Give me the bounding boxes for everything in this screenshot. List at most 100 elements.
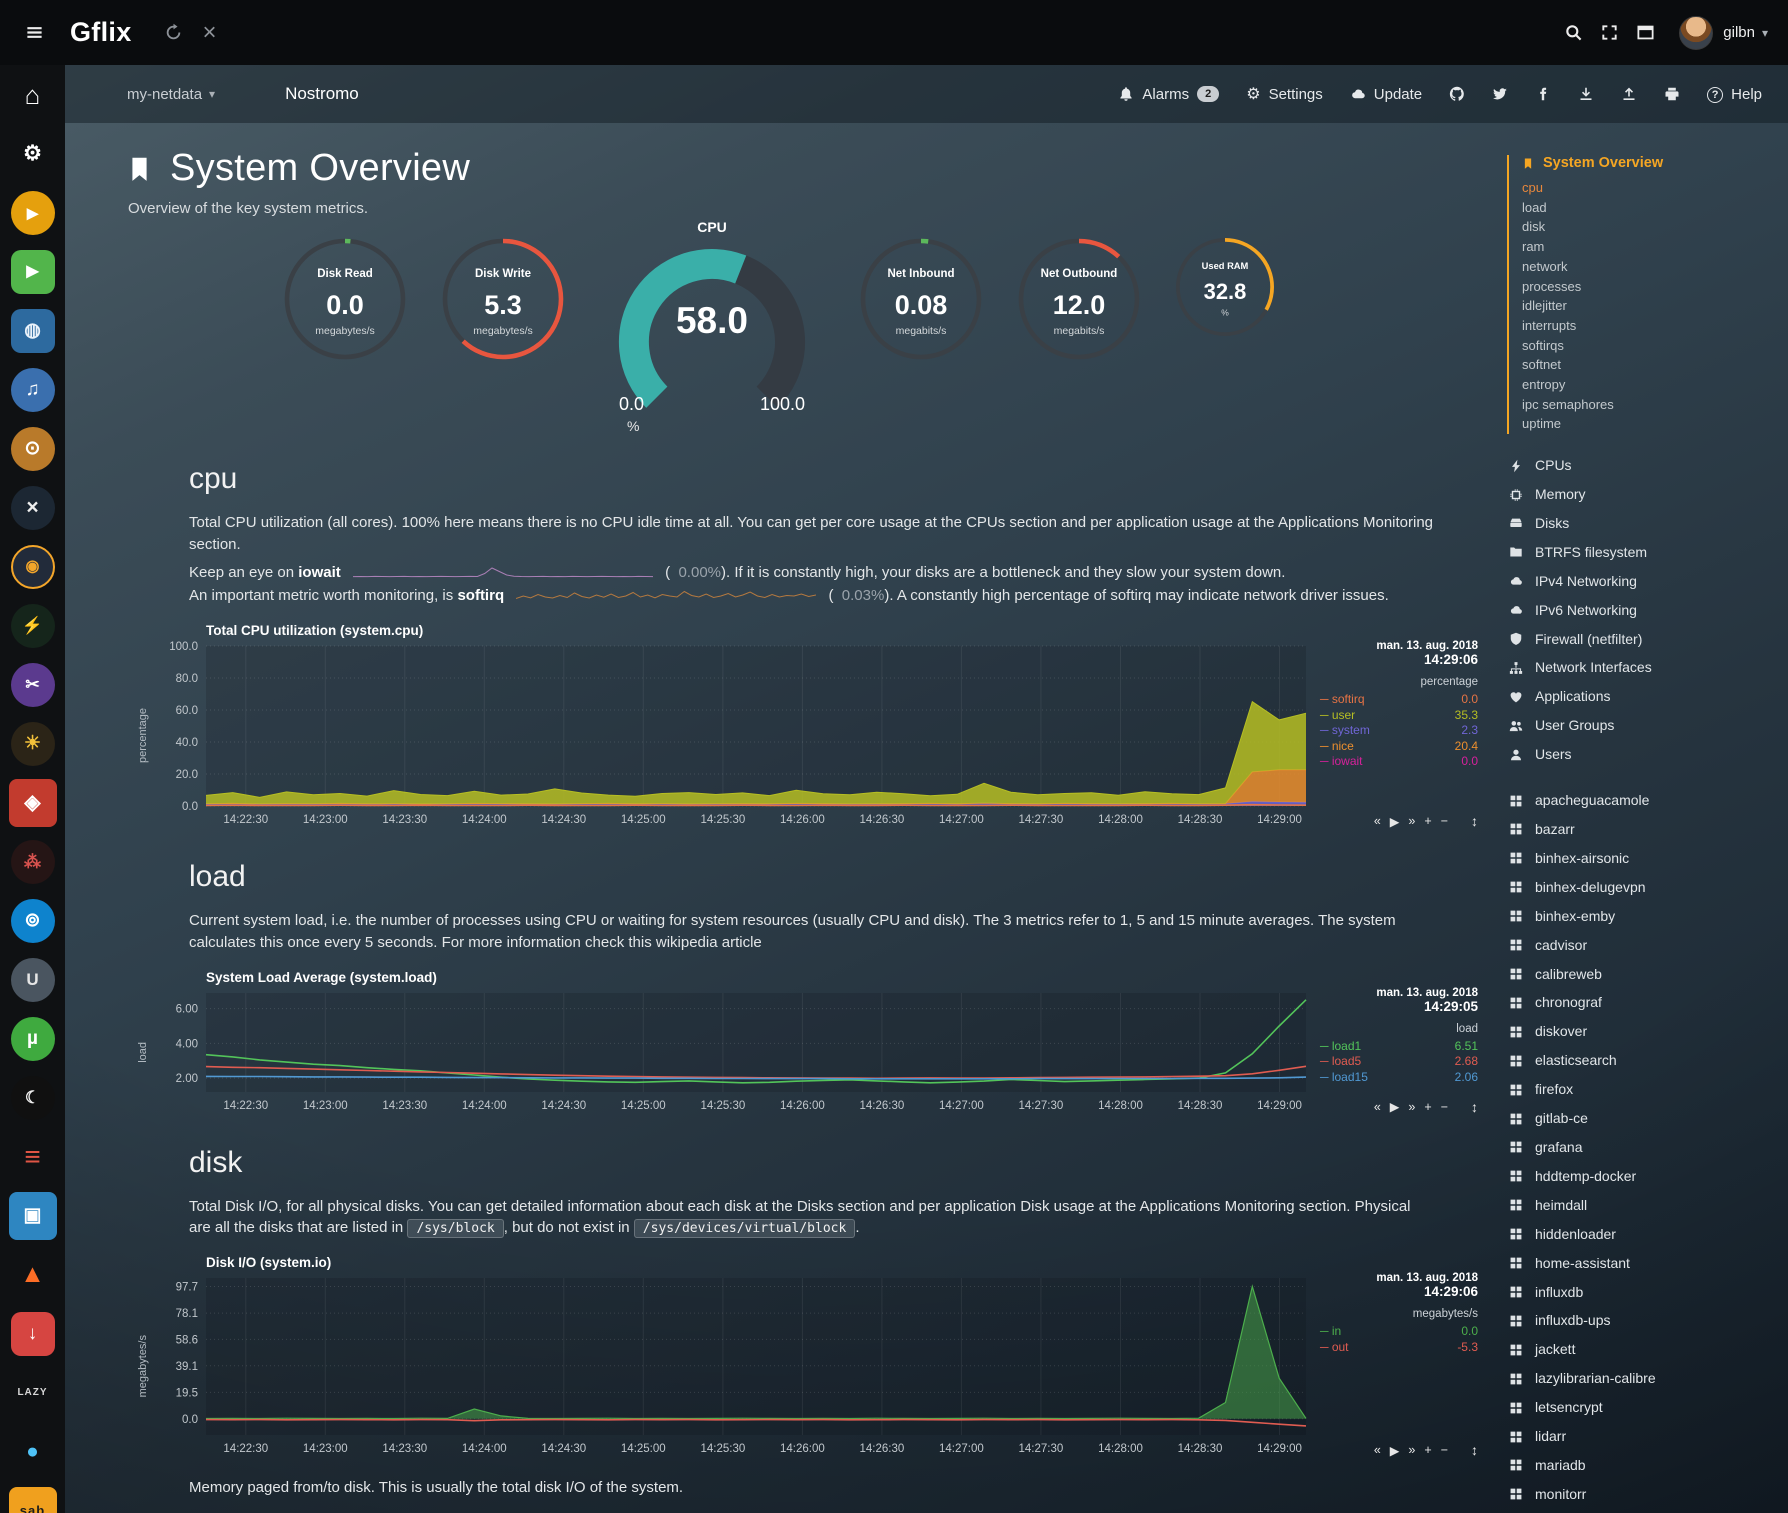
chart-control-backwards[interactable]: « <box>1374 814 1381 828</box>
submenu-item-network[interactable]: network <box>1522 257 1788 277</box>
legend-item-user[interactable]: ─ user35.3 <box>1320 708 1478 724</box>
submenu-item-uptime[interactable]: uptime <box>1522 414 1788 434</box>
menu-item-users[interactable]: Users <box>1507 740 1788 769</box>
refresh-button[interactable] <box>156 15 192 51</box>
menu-item-memory[interactable]: Memory <box>1507 480 1788 509</box>
menu-item-hiddenloader[interactable]: hiddenloader <box>1507 1220 1788 1249</box>
chart-control-zoom-in[interactable]: + <box>1424 814 1431 828</box>
gauge-used-ram[interactable]: Used RAM 32.8 % <box>1173 235 1277 344</box>
chart-resize-handle[interactable]: ↕ <box>1471 1442 1478 1458</box>
menu-item-ipv6-networking[interactable]: IPv6 Networking <box>1507 596 1788 625</box>
sidebar-item-app-green-bolt[interactable]: ⚡ <box>0 596 65 655</box>
menu-item-home-assistant[interactable]: home-assistant <box>1507 1249 1788 1278</box>
menu-item-cpus[interactable]: CPUs <box>1507 451 1788 480</box>
submenu-item-idlejitter[interactable]: idlejitter <box>1522 296 1788 316</box>
submenu-item-interrupts[interactable]: interrupts <box>1522 316 1788 336</box>
submenu-item-processes[interactable]: processes <box>1522 277 1788 297</box>
chart-control-zoom-in[interactable]: + <box>1424 1443 1431 1457</box>
sidebar-item-app-red-cluster[interactable]: ⁂ <box>0 832 65 891</box>
sidebar-item-app-water-drop[interactable]: ● <box>0 1422 65 1481</box>
menu-item-heimdall[interactable]: heimdall <box>1507 1191 1788 1220</box>
submenu-item-cpu[interactable]: cpu <box>1522 178 1788 198</box>
help-button[interactable]: ? Help <box>1707 85 1762 103</box>
menu-item-influxdb-ups[interactable]: influxdb-ups <box>1507 1306 1788 1335</box>
sidebar-item-tautulli[interactable]: ☀ <box>0 714 65 773</box>
sidebar-item-app-dark-moon[interactable]: ☾ <box>0 1068 65 1127</box>
menu-item-diskover[interactable]: diskover <box>1507 1017 1788 1046</box>
sidebar-item-app-gray-u[interactable]: U <box>0 950 65 1009</box>
wikipedia-link[interactable]: wikipedia article <box>656 934 762 951</box>
gauge-disk-read[interactable]: Disk Read 0.0 megabytes/s <box>281 235 409 368</box>
menu-item-lidarr[interactable]: lidarr <box>1507 1422 1788 1451</box>
chart-control-zoom-in[interactable]: + <box>1424 1100 1431 1114</box>
chart-control-zoom-out[interactable]: − <box>1441 1443 1448 1457</box>
sidebar-item-app-bars[interactable]: ≡ <box>0 1127 65 1186</box>
sidebar-item-nextcloud[interactable]: ⊚ <box>0 891 65 950</box>
update-button[interactable]: Update <box>1350 86 1422 103</box>
menu-item-btrfs-filesystem[interactable]: BTRFS filesystem <box>1507 538 1788 567</box>
chart-control-forwards[interactable]: » <box>1408 1443 1415 1457</box>
fullscreen-button[interactable] <box>1591 15 1627 51</box>
menu-item-binhex-delugevpn[interactable]: binhex-delugevpn <box>1507 873 1788 902</box>
export-snapshot-button[interactable] <box>1621 86 1637 102</box>
menu-item-firefox[interactable]: firefox <box>1507 1075 1788 1104</box>
menu-item-gitlab-ce[interactable]: gitlab-ce <box>1507 1104 1788 1133</box>
chart-resize-handle[interactable]: ↕ <box>1471 813 1478 829</box>
legend-item-in[interactable]: ─ in0.0 <box>1320 1324 1478 1340</box>
legend-item-system[interactable]: ─ system2.3 <box>1320 723 1478 739</box>
facebook-button[interactable] <box>1535 86 1551 102</box>
sidebar-item-home[interactable]: ⌂ <box>0 65 65 124</box>
server-dropdown[interactable]: my-netdata ▾ <box>127 86 215 103</box>
menu-item-mariadb[interactable]: mariadb <box>1507 1451 1788 1480</box>
sidebar-item-app-dark-cross[interactable]: × <box>0 478 65 537</box>
menu-item-monitorr[interactable]: monitorr <box>1507 1480 1788 1509</box>
sidebar-item-gitlab[interactable]: ▲ <box>0 1245 65 1304</box>
chart-resize-handle[interactable]: ↕ <box>1471 1099 1478 1115</box>
gauge-net-outbound[interactable]: Net Outbound 12.0 megabits/s <box>1015 235 1143 368</box>
menu-item-bazarr[interactable]: bazarr <box>1507 815 1788 844</box>
chart-control-zoom-out[interactable]: − <box>1441 1100 1448 1114</box>
chart-canvas-disk[interactable]: 14:22:3014:23:0014:23:3014:24:0014:24:30… <box>151 1272 1312 1461</box>
user-menu[interactable]: gilbn ▾ <box>1723 24 1768 41</box>
close-button[interactable]: × <box>192 15 228 51</box>
sidebar-item-jackett[interactable]: ⊙ <box>0 419 65 478</box>
user-avatar[interactable] <box>1679 16 1713 50</box>
gauge-disk-write[interactable]: Disk Write 5.3 megabytes/s <box>439 235 567 368</box>
twitter-button[interactable] <box>1492 86 1508 102</box>
sidebar-item-app-scissors[interactable]: ✂ <box>0 655 65 714</box>
hamburger-menu-button[interactable] <box>16 15 52 51</box>
sidebar-item-app-red-arrow[interactable]: ↓ <box>0 1304 65 1363</box>
legend-item-load1[interactable]: ─ load16.51 <box>1320 1039 1478 1055</box>
submenu-item-ipc-semaphores[interactable]: ipc semaphores <box>1522 395 1788 415</box>
sidebar-item-emby[interactable]: ▶ <box>0 242 65 301</box>
menu-item-cadvisor[interactable]: cadvisor <box>1507 931 1788 960</box>
menu-item-influxdb[interactable]: influxdb <box>1507 1278 1788 1307</box>
chart-canvas-load[interactable]: 14:22:3014:23:0014:23:3014:24:0014:24:30… <box>151 987 1312 1118</box>
legend-item-nice[interactable]: ─ nice20.4 <box>1320 739 1478 755</box>
submenu-item-load[interactable]: load <box>1522 198 1788 218</box>
legend-item-iowait[interactable]: ─ iowait0.0 <box>1320 754 1478 770</box>
menu-item-chronograf[interactable]: chronograf <box>1507 988 1788 1017</box>
chart-control-backwards[interactable]: « <box>1374 1100 1381 1114</box>
gauge-cpu[interactable]: CPU 58.0 0.0100.0 % <box>597 219 827 434</box>
chart-control-forwards[interactable]: » <box>1408 1100 1415 1114</box>
tab-editor-button[interactable] <box>1627 15 1663 51</box>
menu-item-binhex-airsonic[interactable]: binhex-airsonic <box>1507 844 1788 873</box>
menu-item-lazylibrarian-calibre[interactable]: lazylibrarian-calibre <box>1507 1364 1788 1393</box>
gauge-net-inbound[interactable]: Net Inbound 0.08 megabits/s <box>857 235 985 368</box>
menu-item-applications[interactable]: Applications <box>1507 682 1788 711</box>
submenu-item-ram[interactable]: ram <box>1522 237 1788 257</box>
menu-item-user-groups[interactable]: User Groups <box>1507 711 1788 740</box>
sidebar-item-airsonic[interactable]: ♫ <box>0 360 65 419</box>
chart-control-play[interactable]: ▶ <box>1390 814 1400 829</box>
sidebar-item-app-blue-tile[interactable]: ▣ <box>0 1186 65 1245</box>
sidebar-item-app-red-tile[interactable]: ◈ <box>0 773 65 832</box>
menu-item-firewall-netfilter[interactable]: Firewall (netfilter) <box>1507 625 1788 654</box>
chart-control-zoom-out[interactable]: − <box>1441 814 1448 828</box>
legend-item-load5[interactable]: ─ load52.68 <box>1320 1054 1478 1070</box>
submenu-item-softirqs[interactable]: softirqs <box>1522 336 1788 356</box>
github-button[interactable] <box>1449 86 1465 102</box>
sidebar-item-plex[interactable]: ▸ <box>0 183 65 242</box>
menu-item-ipv4-networking[interactable]: IPv4 Networking <box>1507 567 1788 596</box>
menu-item-hddtemp-docker[interactable]: hddtemp-docker <box>1507 1162 1788 1191</box>
